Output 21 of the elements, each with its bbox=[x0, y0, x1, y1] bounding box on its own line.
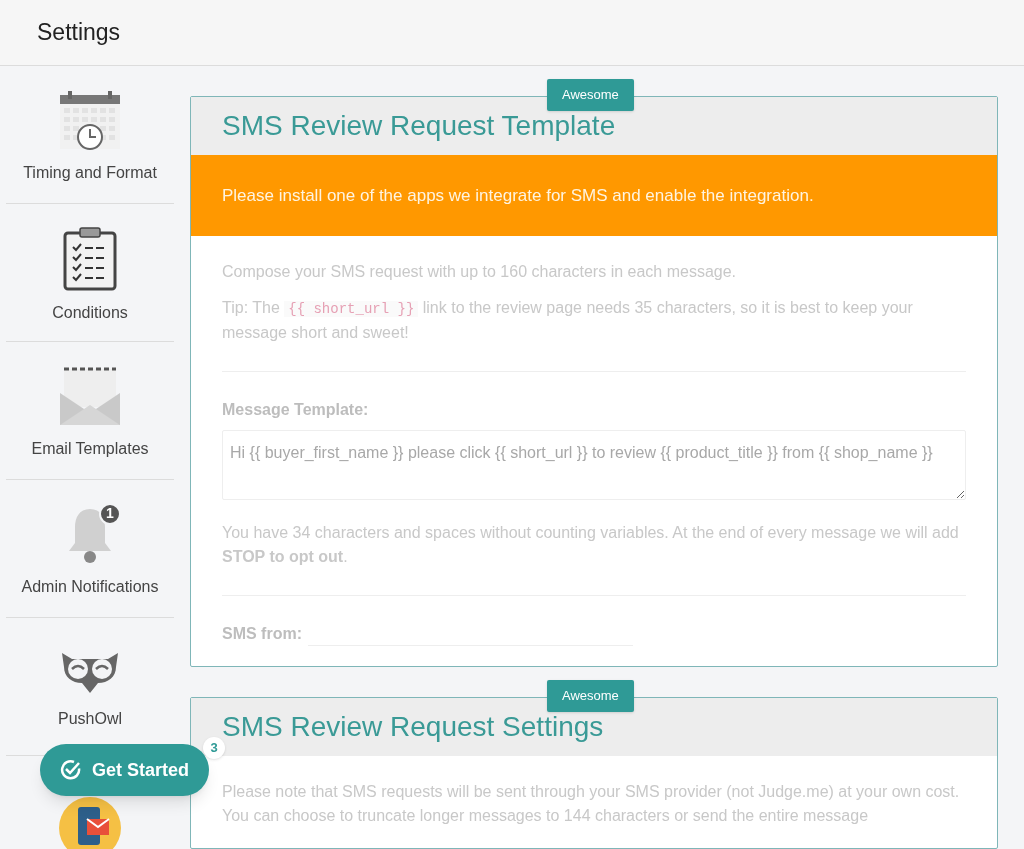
warning-text: Please install one of the apps we integrate for SMS and enable the integration. bbox=[222, 184, 814, 207]
sidebar-label: PushOwl bbox=[58, 708, 122, 729]
page-title: Settings bbox=[37, 18, 121, 48]
clipboard-checklist-icon bbox=[63, 226, 117, 291]
sidebar-label: Conditions bbox=[52, 302, 128, 323]
awesome-tag: Awesome bbox=[547, 680, 634, 712]
card-title: SMS Review Request Template bbox=[222, 109, 616, 143]
sidebar-item[interactable]: 1 Admin Notifications bbox=[6, 480, 174, 618]
notification-badge: 1 bbox=[99, 502, 121, 525]
sidebar-label: Timing and Format bbox=[23, 162, 157, 183]
awesome-tag: Awesome bbox=[547, 79, 634, 111]
envelope-letter-icon bbox=[58, 366, 122, 427]
sidebar-item[interactable]: Timing and Format bbox=[6, 66, 174, 204]
sidebar-item[interactable]: Conditions bbox=[6, 204, 174, 342]
check-circle-icon bbox=[60, 759, 82, 781]
sidebar-label: Admin Notifications bbox=[21, 576, 159, 597]
calendar-clock-icon bbox=[58, 90, 122, 151]
sidebar-item[interactable]: Email Templates bbox=[6, 342, 174, 480]
sidebar-label: Email Templates bbox=[31, 438, 149, 459]
field-label: Message Template: bbox=[222, 400, 370, 420]
field-label: SMS from: bbox=[222, 624, 302, 644]
